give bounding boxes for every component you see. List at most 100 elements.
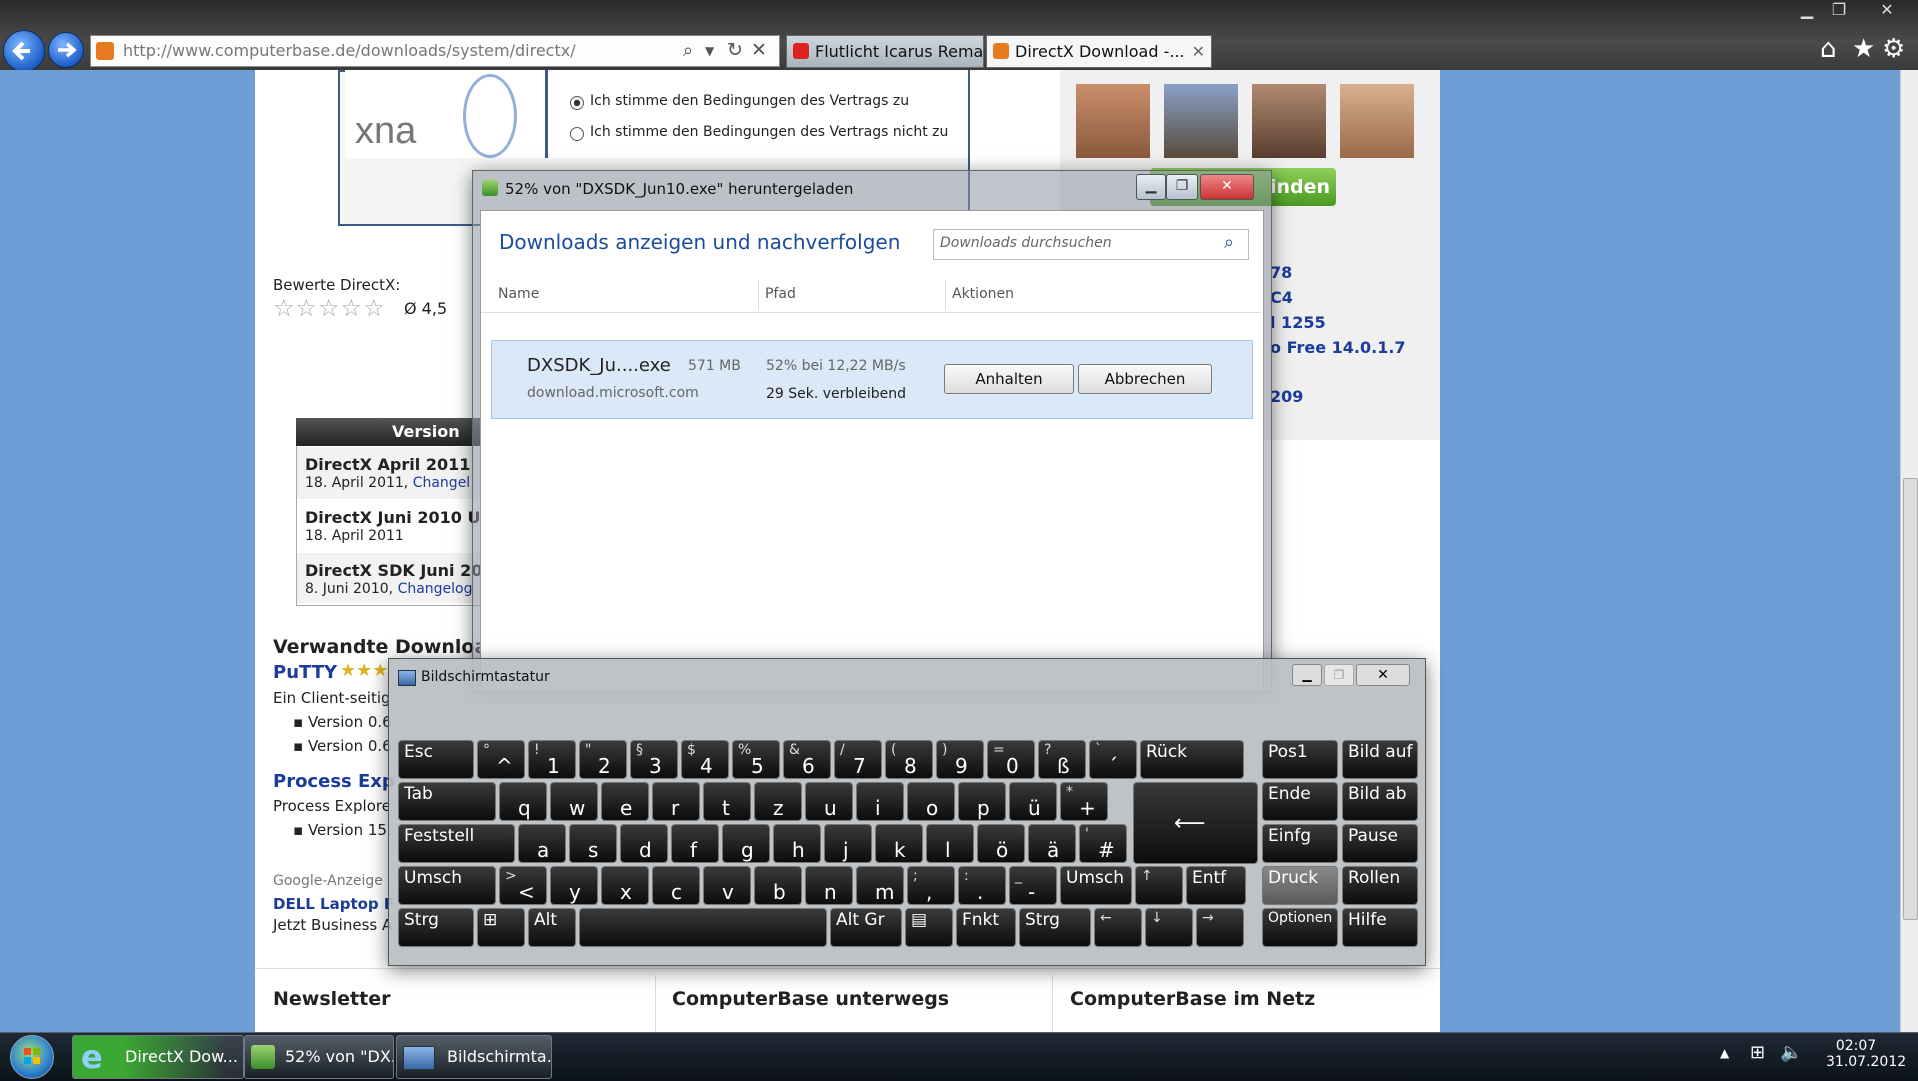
key[interactable]: > < — [499, 866, 547, 905]
right-item-2[interactable]: C4 — [1270, 288, 1293, 307]
key[interactable] — [579, 908, 827, 947]
key[interactable]: i — [856, 782, 904, 821]
network-icon[interactable]: ⊞ — [1750, 1042, 1765, 1063]
taskbar-item-download[interactable]: 52% von "DX... — [244, 1035, 394, 1079]
version-title[interactable]: DirectX Juni 2010 U — [305, 508, 480, 527]
back-button[interactable] — [3, 30, 45, 72]
key[interactable]: y — [550, 866, 598, 905]
key[interactable]: ← — [1094, 908, 1142, 947]
clock[interactable]: 02:07 31.07.2012 — [1826, 1038, 1906, 1070]
key[interactable]: (8 — [885, 740, 933, 779]
dell-ad-link[interactable]: DELL Laptop F — [273, 895, 394, 913]
restore-icon[interactable]: ❐ — [1166, 174, 1198, 200]
key[interactable]: j — [824, 824, 872, 863]
key[interactable]: b — [754, 866, 802, 905]
key[interactable]: Ende — [1262, 782, 1338, 821]
taskbar-item-keyboard[interactable]: Bildschirmta... — [396, 1035, 552, 1079]
key[interactable]: m — [856, 866, 904, 905]
key[interactable]: o — [907, 782, 955, 821]
close-icon[interactable]: ✕ — [1872, 0, 1902, 20]
key[interactable]: p — [958, 782, 1006, 821]
key[interactable]: Esc — [398, 740, 474, 779]
version-title[interactable]: DirectX SDK Juni 20 — [305, 561, 482, 580]
start-button[interactable] — [10, 1035, 54, 1079]
key[interactable]: % 5 — [732, 740, 780, 779]
gear-icon[interactable]: ⚙ — [1882, 34, 1905, 64]
key[interactable]: t — [703, 782, 751, 821]
key[interactable]: x — [601, 866, 649, 905]
stop-icon[interactable]: ✕ — [751, 35, 767, 65]
minimize-icon[interactable]: ▁ — [1292, 664, 1322, 686]
key[interactable]: ) 9 — [936, 740, 984, 779]
key[interactable]: Feststell — [398, 824, 515, 863]
key[interactable]: Rollen — [1342, 866, 1418, 905]
key[interactable]: ▤ — [905, 908, 953, 947]
key[interactable]: Tab — [398, 782, 496, 821]
key[interactable]: Alt — [528, 908, 576, 947]
key[interactable]: ü — [1009, 782, 1057, 821]
key[interactable]: Einfg — [1262, 824, 1338, 863]
favorites-star-icon[interactable]: ★ — [1852, 34, 1875, 64]
key[interactable]: z — [754, 782, 802, 821]
close-icon[interactable]: ✕ — [1356, 664, 1410, 686]
key[interactable]: ` ´ — [1089, 740, 1137, 779]
rating-stars[interactable]: ☆☆☆☆☆ — [273, 294, 386, 322]
key[interactable]: k — [875, 824, 923, 863]
key[interactable]: ↓ — [1145, 908, 1193, 947]
key[interactable]: § 3 — [630, 740, 678, 779]
taskbar-item-ie[interactable]: e DirectX Dow... — [72, 1035, 244, 1079]
key[interactable]: Rück — [1140, 740, 1244, 779]
license-accept-radio[interactable] — [570, 96, 584, 110]
key[interactable]: Entf — [1186, 866, 1246, 905]
table-row[interactable]: DirectX April 2011 18. April 2011, Chang… — [297, 447, 482, 499]
key[interactable]: Pos1 — [1262, 740, 1338, 779]
refresh-icon[interactable]: ↻ — [727, 35, 743, 65]
key[interactable]: ! 1 — [528, 740, 576, 779]
key[interactable]: ⊞ — [477, 908, 525, 947]
key[interactable]: Optionen — [1262, 908, 1338, 947]
key[interactable]: Pause — [1342, 824, 1418, 863]
avatar[interactable] — [1164, 84, 1238, 158]
list-item[interactable]: ▪ Version 0.6 — [293, 737, 392, 755]
address-bar[interactable]: http://www.computerbase.de/downloads/sys… — [90, 35, 780, 67]
list-item[interactable]: ▪ Version 15. — [293, 821, 392, 839]
key[interactable]: Strg — [1019, 908, 1091, 947]
key[interactable]: " 2 — [579, 740, 627, 779]
key[interactable]: Umsch — [1060, 866, 1132, 905]
search-icon[interactable]: ⌕ — [683, 36, 693, 66]
version-title[interactable]: DirectX April 2011 — [305, 455, 470, 474]
changelog-link[interactable]: Changelog — [398, 581, 473, 597]
key[interactable]: ' # — [1079, 824, 1127, 863]
key[interactable]: v — [703, 866, 751, 905]
volume-icon[interactable]: 🔈 — [1780, 1042, 1802, 1063]
key-enter[interactable]: ⟵ — [1133, 782, 1258, 864]
avatar[interactable] — [1252, 84, 1326, 158]
key[interactable]: Druck — [1262, 866, 1338, 905]
home-icon[interactable]: ⌂ — [1820, 34, 1837, 64]
key[interactable]: q — [499, 782, 547, 821]
close-button[interactable]: ✕ — [1200, 174, 1254, 200]
minimize-icon[interactable]: ▁ — [1792, 0, 1822, 20]
key[interactable]: w — [550, 782, 598, 821]
key[interactable]: n — [805, 866, 853, 905]
changelog-link[interactable]: Changel — [413, 475, 471, 491]
key[interactable]: c — [652, 866, 700, 905]
tab-flutlicht[interactable]: Flutlicht Icarus Remake ... — [786, 35, 984, 68]
show-hidden-icons[interactable]: ▲ — [1720, 1046, 1729, 1060]
search-icon[interactable]: ⌕ — [1224, 232, 1234, 253]
column-name[interactable]: Name — [498, 286, 539, 302]
column-path[interactable]: Pfad — [765, 286, 796, 302]
right-item-5[interactable]: 209 — [1270, 387, 1303, 406]
page-scrollbar[interactable] — [1900, 70, 1918, 1032]
avatar[interactable] — [1076, 84, 1150, 158]
table-row[interactable]: DirectX Juni 2010 U 18. April 2011 — [297, 500, 482, 552]
key[interactable]: ä — [1028, 824, 1076, 863]
key[interactable]: ö — [977, 824, 1025, 863]
column-actions[interactable]: Aktionen — [952, 286, 1014, 302]
table-row[interactable]: DirectX SDK Juni 20 8. Juni 2010, Change… — [297, 553, 482, 603]
key[interactable]: g — [722, 824, 770, 863]
list-item[interactable]: ▪ Version 0.6 — [293, 713, 392, 731]
key[interactable]: :. — [958, 866, 1006, 905]
scrollbar-thumb[interactable] — [1903, 478, 1918, 920]
key[interactable]: Bild ab — [1342, 782, 1418, 821]
